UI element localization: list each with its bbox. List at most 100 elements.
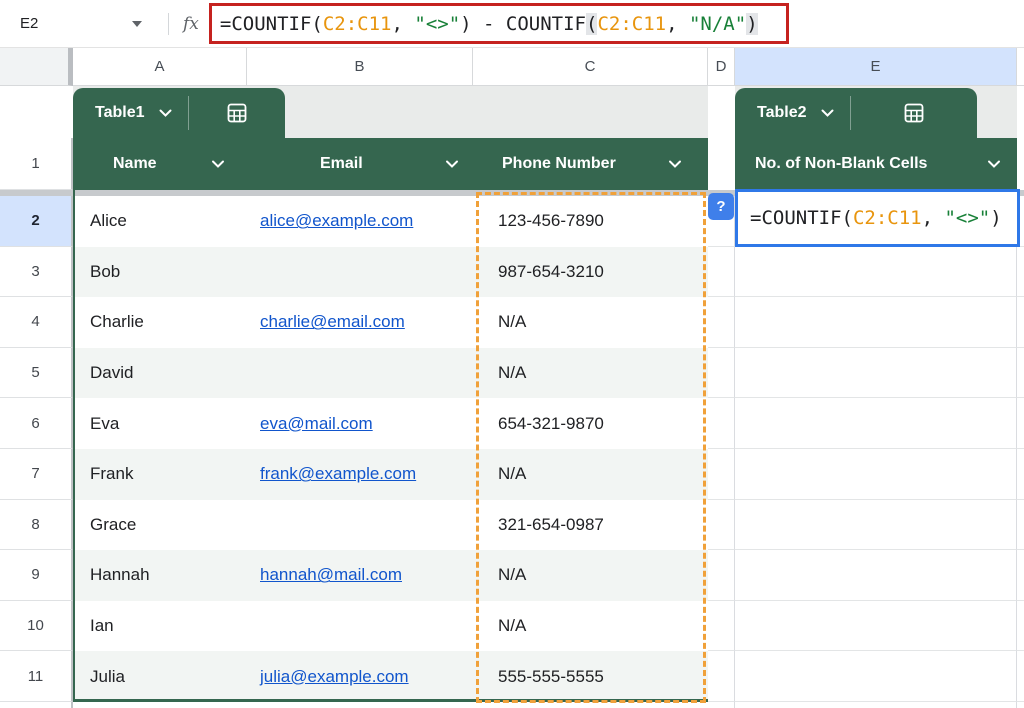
- email-link[interactable]: alice@example.com: [260, 211, 413, 231]
- cell-name[interactable]: Hannah: [73, 550, 247, 601]
- row-number-6[interactable]: 6: [0, 398, 73, 449]
- cell-email[interactable]: [247, 347, 473, 399]
- cell-email[interactable]: frank@example.com: [247, 448, 473, 500]
- email-link[interactable]: eva@mail.com: [260, 414, 373, 434]
- cell-name[interactable]: David: [73, 347, 247, 399]
- column-header-e-selected[interactable]: E: [735, 48, 1017, 86]
- cell-e[interactable]: [735, 398, 1017, 449]
- column-header-c[interactable]: C: [473, 48, 708, 86]
- cell-f[interactable]: [1017, 601, 1024, 652]
- cell-d[interactable]: [708, 448, 735, 500]
- cell-phone[interactable]: 654-321-9870: [473, 398, 708, 449]
- row-number-4[interactable]: 4: [0, 297, 73, 348]
- cell-f[interactable]: [1017, 247, 1024, 298]
- row-number-7[interactable]: 7: [0, 448, 73, 500]
- table1-chip[interactable]: Table1: [73, 88, 285, 138]
- cell-email[interactable]: eva@mail.com: [247, 398, 473, 449]
- cell-email[interactable]: [247, 246, 473, 298]
- row-number-8[interactable]: 8: [0, 499, 73, 551]
- formula-input[interactable]: =COUNTIF(C2:C11, "<>") - COUNTIF(C2:C11,…: [208, 3, 789, 44]
- cell-phone[interactable]: N/A: [473, 550, 708, 601]
- table1-column-header-phone[interactable]: Phone Number: [473, 138, 708, 190]
- cell-f[interactable]: [1017, 348, 1024, 399]
- cell-name[interactable]: Frank: [73, 448, 247, 500]
- cell-email[interactable]: hannah@mail.com: [247, 550, 473, 601]
- cell-e[interactable]: [735, 297, 1017, 348]
- cell-e[interactable]: [735, 550, 1017, 601]
- cell-name[interactable]: Eva: [73, 398, 247, 449]
- name-box-dropdown-icon[interactable]: [132, 20, 142, 27]
- cell-d[interactable]: [708, 651, 735, 702]
- row-number-10[interactable]: 10: [0, 600, 73, 652]
- table-icon[interactable]: [189, 101, 286, 125]
- cell-f[interactable]: [1017, 398, 1024, 449]
- table1-column-header-name[interactable]: Name: [73, 138, 247, 190]
- cell-d[interactable]: [708, 347, 735, 399]
- table2-column-header-nonblank[interactable]: No. of Non-Blank Cells: [735, 138, 1017, 190]
- cell-phone[interactable]: N/A: [473, 448, 708, 500]
- cell-email[interactable]: [247, 500, 473, 551]
- cell-e[interactable]: [735, 651, 1017, 702]
- cell-phone[interactable]: 987-654-3210: [473, 246, 708, 298]
- name-box[interactable]: E2: [0, 15, 150, 32]
- row-number-11[interactable]: 11: [0, 651, 73, 702]
- row-number-2[interactable]: 2: [0, 196, 73, 247]
- email-link[interactable]: julia@example.com: [260, 667, 409, 687]
- cell-f[interactable]: [1017, 449, 1024, 500]
- chevron-down-icon[interactable]: [445, 160, 459, 169]
- table-icon[interactable]: [851, 101, 978, 125]
- cell-email[interactable]: [247, 601, 473, 652]
- cell-f[interactable]: [1017, 500, 1024, 551]
- cell-email[interactable]: alice@example.com: [247, 196, 473, 247]
- cell-name[interactable]: Alice: [73, 196, 247, 247]
- cell-d[interactable]: [708, 297, 735, 348]
- chevron-down-icon[interactable]: [159, 109, 172, 118]
- cell-e[interactable]: [735, 246, 1017, 298]
- formula-help-badge[interactable]: ?: [708, 193, 734, 220]
- cell-email[interactable]: charlie@email.com: [247, 297, 473, 348]
- cell-e[interactable]: [735, 347, 1017, 399]
- row-number-5[interactable]: 5: [0, 347, 73, 399]
- cell-name[interactable]: Ian: [73, 601, 247, 652]
- cell-d[interactable]: [708, 246, 735, 298]
- cell-phone[interactable]: 321-654-0987: [473, 500, 708, 551]
- row-number-1[interactable]: 1: [0, 138, 73, 190]
- column-header-a[interactable]: A: [73, 48, 247, 86]
- select-all-corner[interactable]: [0, 48, 73, 86]
- email-link[interactable]: hannah@mail.com: [260, 565, 402, 585]
- active-cell-editor[interactable]: =COUNTIF(C2:C11, "<>"): [735, 189, 1020, 247]
- cell-d[interactable]: [708, 600, 735, 652]
- cell-phone[interactable]: 555-555-5555: [473, 651, 708, 702]
- column-header-f-sliver[interactable]: [1017, 48, 1024, 86]
- chevron-down-icon[interactable]: [821, 109, 834, 118]
- row-number-9[interactable]: 9: [0, 550, 73, 601]
- cell-name[interactable]: Charlie: [73, 297, 247, 348]
- cell-phone[interactable]: N/A: [473, 347, 708, 399]
- email-link[interactable]: charlie@email.com: [260, 312, 405, 332]
- chevron-down-icon[interactable]: [211, 160, 225, 169]
- cell-phone[interactable]: 123-456-7890: [473, 196, 708, 247]
- cell-e[interactable]: [735, 499, 1017, 551]
- cell-d[interactable]: [708, 550, 735, 601]
- cell-name[interactable]: Bob: [73, 246, 247, 298]
- cell-f[interactable]: [1017, 651, 1024, 702]
- cell-name[interactable]: Julia: [73, 651, 247, 702]
- table1-column-header-email[interactable]: Email: [247, 138, 473, 190]
- cell-d[interactable]: [708, 499, 735, 551]
- cell-e[interactable]: [735, 600, 1017, 652]
- cell-phone[interactable]: N/A: [473, 601, 708, 652]
- cell-phone[interactable]: N/A: [473, 297, 708, 348]
- row-number-3[interactable]: 3: [0, 246, 73, 298]
- cell-email[interactable]: julia@example.com: [247, 651, 473, 702]
- cell-f[interactable]: [1017, 550, 1024, 601]
- cell-f[interactable]: [1017, 297, 1024, 348]
- cell-name[interactable]: Grace: [73, 500, 247, 551]
- email-link[interactable]: frank@example.com: [260, 464, 416, 484]
- column-header-b[interactable]: B: [247, 48, 473, 86]
- chevron-down-icon[interactable]: [987, 160, 1001, 169]
- column-header-d[interactable]: D: [708, 48, 735, 86]
- cell-d[interactable]: [708, 398, 735, 449]
- chevron-down-icon[interactable]: [668, 160, 682, 169]
- table2-chip[interactable]: Table2: [735, 88, 977, 138]
- cell-e[interactable]: [735, 448, 1017, 500]
